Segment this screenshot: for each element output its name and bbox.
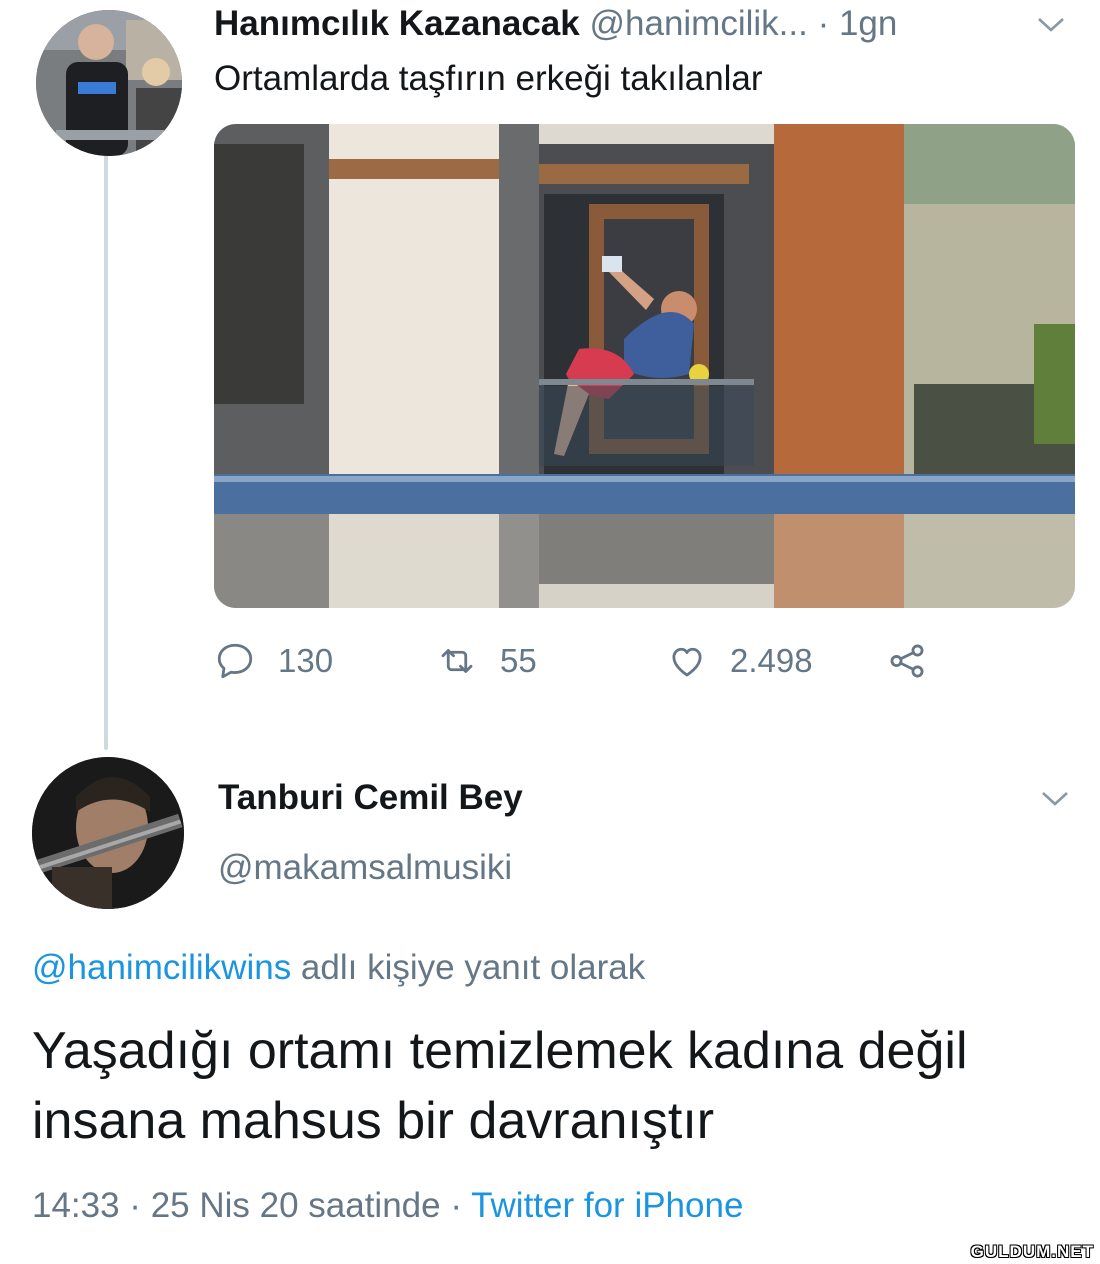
tweet-text: Yaşadığı ortamı temizlemek kadına değil … — [32, 1022, 968, 1150]
tweet-header: Hanımcılık Kazanacak @hanimcilik... · 1g… — [214, 2, 897, 46]
author-handle[interactable]: @hanimcilik... — [589, 4, 807, 43]
tweet-time[interactable]: · 1gn — [818, 4, 898, 43]
reply-context: @hanimcilikwins adlı kişiye yanıt olarak — [32, 948, 645, 988]
mention-link[interactable]: @hanimcilikwins — [32, 948, 291, 987]
watermark: GULDUM.NET — [970, 1242, 1094, 1261]
reply-button[interactable]: 130 — [214, 640, 333, 682]
chevron-down-icon[interactable] — [1040, 784, 1070, 815]
chevron-down-icon[interactable] — [1036, 10, 1066, 41]
retweet-button[interactable]: 55 — [436, 640, 537, 682]
tweet-actions: 130 55 2.498 — [214, 640, 974, 696]
source-link[interactable]: Twitter for iPhone — [471, 1186, 743, 1225]
avatar[interactable] — [32, 757, 184, 909]
reply-count: 130 — [278, 642, 334, 679]
thread-connector-line — [104, 152, 108, 750]
timestamp[interactable]: 14:33 · 25 Nis 20 saatinde · — [32, 1186, 471, 1225]
tweet-meta: 14:33 · 25 Nis 20 saatinde · Twitter for… — [32, 1186, 743, 1226]
retweet-arrows-icon — [441, 649, 473, 673]
like-count: 2.498 — [730, 642, 813, 679]
retweet-count: 55 — [500, 642, 537, 679]
author-handle[interactable]: @makamsalmusiki — [218, 848, 512, 888]
avatar[interactable] — [36, 10, 182, 156]
share-button[interactable] — [886, 640, 950, 682]
author-name[interactable]: Tanburi Cemil Bey — [218, 778, 523, 818]
like-button[interactable]: 2.498 — [666, 640, 813, 682]
share-nodes-icon — [890, 644, 924, 678]
reply-context-text: adlı kişiye yanıt olarak — [291, 948, 646, 987]
tweet-photo[interactable] — [214, 124, 1075, 608]
speech-bubble-icon — [217, 643, 253, 679]
tweet-text: Ortamlarda taşfırın erkeği takılanlar — [214, 59, 763, 98]
author-name[interactable]: Hanımcılık Kazanacak — [214, 4, 580, 43]
heart-icon — [672, 647, 702, 677]
